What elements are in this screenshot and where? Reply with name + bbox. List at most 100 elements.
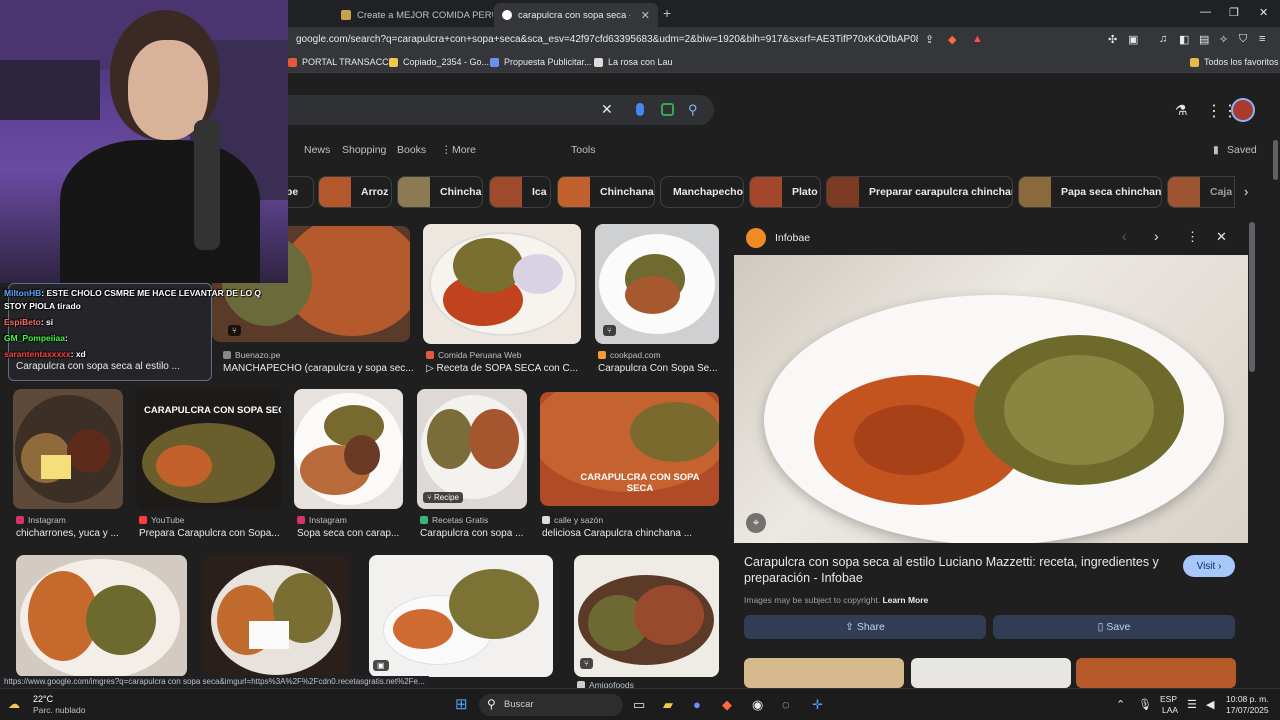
app-icon[interactable]: ✛: [812, 697, 823, 713]
chip-papa-seca[interactable]: Papa seca chinchana: [1018, 176, 1162, 208]
share-icon[interactable]: ⇪: [925, 33, 934, 46]
chip-arroz[interactable]: Arroz: [318, 176, 392, 208]
tab-comida-peruana[interactable]: Create a MEJOR COMIDA PERUANA: [333, 3, 493, 27]
maximize-button[interactable]: ❐: [1229, 6, 1239, 19]
bookmark-propuesta[interactable]: Propuesta Publicitar...: [490, 57, 592, 67]
result-image-10[interactable]: [16, 555, 187, 677]
chevron-up-icon[interactable]: ⌃: [1116, 698, 1125, 711]
mic-icon[interactable]: [636, 103, 644, 116]
result-caption[interactable]: Sopa seca con carap...: [297, 528, 403, 539]
nav-tools[interactable]: Tools: [571, 144, 596, 156]
chevron-right-icon[interactable]: ›: [1154, 228, 1159, 244]
save-button[interactable]: ▯ Save: [993, 615, 1235, 639]
clock-time[interactable]: 10:08 p. m.: [1226, 694, 1269, 704]
result-image-3[interactable]: [423, 224, 581, 344]
windows-start-icon[interactable]: ⊞: [455, 695, 468, 713]
panel-source[interactable]: Infobae: [775, 232, 810, 244]
related-image[interactable]: [744, 658, 904, 688]
chip-manchapecho[interactable]: Manchapecho: [660, 176, 744, 208]
related-image[interactable]: [1076, 658, 1236, 688]
taskbar-search[interactable]: ⚲ Buscar: [479, 694, 623, 716]
lang-code[interactable]: ESP: [1160, 694, 1177, 704]
wallet-icon[interactable]: ▤: [1199, 33, 1209, 46]
close-tab-icon[interactable]: ✕: [641, 9, 650, 22]
tab-carapulcra[interactable]: carapulcra con sopa seca - Goog ✕: [494, 3, 658, 27]
result-caption[interactable]: chicharrones, yuca y ...: [16, 528, 126, 539]
all-bookmarks[interactable]: Todos los favoritos: [1190, 57, 1279, 67]
share-button[interactable]: ⇪ Share: [744, 615, 986, 639]
task-view-icon[interactable]: ▭: [633, 697, 645, 713]
chip-chinchana[interactable]: Chinchana: [557, 176, 655, 208]
result-image-6[interactable]: CARAPULCRA CON SOPA SECA: [136, 389, 281, 509]
bookmark-copiado[interactable]: Copiado_2354 - Go...: [389, 57, 489, 67]
learn-more-link[interactable]: Learn More: [882, 595, 928, 605]
bookmark-la-rosa[interactable]: La rosa con Lau: [594, 57, 673, 67]
related-image[interactable]: [911, 658, 1071, 688]
search-box[interactable]: ✕ ⚲: [260, 95, 714, 125]
result-image-12[interactable]: ▣: [369, 555, 553, 677]
result-caption[interactable]: Carapulcra con sopa seca al estilo ...: [16, 361, 180, 372]
app-icon[interactable]: ◌: [782, 697, 790, 712]
chip-chincha[interactable]: Chincha: [397, 176, 483, 208]
close-window-button[interactable]: ✕: [1259, 6, 1268, 19]
nav-more[interactable]: More: [452, 144, 476, 156]
more-vert-icon[interactable]: ⋮: [1186, 229, 1199, 245]
extensions-icon[interactable]: ✣: [1108, 33, 1117, 46]
preview-image[interactable]: ⌖: [734, 255, 1248, 543]
result-caption[interactable]: Prepara Carapulcra con Sopa...: [139, 528, 281, 539]
nav-news[interactable]: News: [304, 144, 330, 156]
ai-icon[interactable]: ✧: [1219, 33, 1228, 46]
rewards-icon[interactable]: ▲: [972, 33, 983, 45]
brave-shield-icon[interactable]: ◆: [948, 33, 956, 46]
panel-scrollbar[interactable]: [1249, 222, 1255, 372]
mic-icon[interactable]: 🎙: [1138, 698, 1152, 711]
result-image-9[interactable]: CARAPULCRA CON SOPA SECA: [540, 392, 719, 506]
avatar[interactable]: [1231, 98, 1255, 122]
result-caption[interactable]: ▷ Receta de SOPA SECA con C...: [426, 363, 581, 374]
bookmark-portal[interactable]: PORTAL TRANSACCI...: [288, 57, 399, 67]
saved-link[interactable]: Saved: [1227, 144, 1257, 156]
nav-books[interactable]: Books: [397, 144, 426, 156]
chevron-left-icon[interactable]: ‹: [1122, 228, 1127, 244]
result-caption[interactable]: Carapulcra Con Sopa Se...: [598, 363, 718, 374]
minimize-button[interactable]: —: [1200, 6, 1211, 18]
url-field[interactable]: google.com/search?q=carapulcra+con+sopa+…: [296, 34, 918, 45]
music-icon[interactable]: ♫: [1159, 33, 1167, 45]
obs-icon[interactable]: ◉: [752, 697, 763, 713]
result-image-13[interactable]: ⑂: [574, 555, 719, 677]
result-image-11[interactable]: [203, 555, 349, 677]
brave-icon[interactable]: ◆: [722, 697, 732, 713]
result-image-8[interactable]: ⑂ Recipe: [417, 389, 527, 509]
search-icon[interactable]: ⚲: [688, 102, 698, 118]
result-image-7[interactable]: [294, 389, 403, 509]
close-icon[interactable]: ✕: [1216, 229, 1227, 245]
file-explorer-icon[interactable]: ▰: [663, 697, 673, 713]
screenshot-icon[interactable]: ▣: [1128, 33, 1138, 46]
chip-preparar[interactable]: Preparar carapulcra chinchana: [826, 176, 1013, 208]
chip-caja[interactable]: Caja c: [1167, 176, 1235, 208]
new-tab-button[interactable]: +: [663, 5, 671, 21]
nav-shopping[interactable]: Shopping: [342, 144, 386, 156]
discord-icon[interactable]: ●: [693, 697, 701, 712]
labs-icon[interactable]: ⚗: [1175, 102, 1188, 119]
result-image-5[interactable]: [13, 389, 123, 509]
chevron-right-icon[interactable]: ›: [1244, 184, 1248, 199]
sidebar-icon[interactable]: ◧: [1179, 33, 1189, 46]
clear-icon[interactable]: ✕: [601, 101, 613, 118]
result-caption[interactable]: deliciosa Carapulcra chinchana ...: [542, 528, 718, 539]
result-image-4[interactable]: ⑂: [595, 224, 719, 344]
lens-icon[interactable]: [661, 103, 674, 116]
volume-icon[interactable]: ◀: [1206, 698, 1214, 711]
chip-ica[interactable]: Ica: [489, 176, 551, 208]
visit-button[interactable]: Visit ›: [1183, 555, 1235, 577]
vpn-icon[interactable]: ⛉: [1239, 33, 1247, 46]
network-icon[interactable]: ☰: [1187, 698, 1197, 711]
result-caption[interactable]: Carapulcra con sopa ...: [420, 528, 526, 539]
menu-icon[interactable]: ≡: [1259, 33, 1265, 45]
chip-plato[interactable]: Plato: [749, 176, 821, 208]
panel-title[interactable]: Carapulcra con sopa seca al estilo Lucia…: [744, 554, 1164, 586]
page-scrollbar[interactable]: [1273, 140, 1278, 180]
weather-temp[interactable]: 22°C: [33, 694, 53, 704]
lens-search-icon[interactable]: ⌖: [746, 513, 766, 533]
copyright-note: Images may be subject to copyright. Lear…: [744, 595, 929, 605]
